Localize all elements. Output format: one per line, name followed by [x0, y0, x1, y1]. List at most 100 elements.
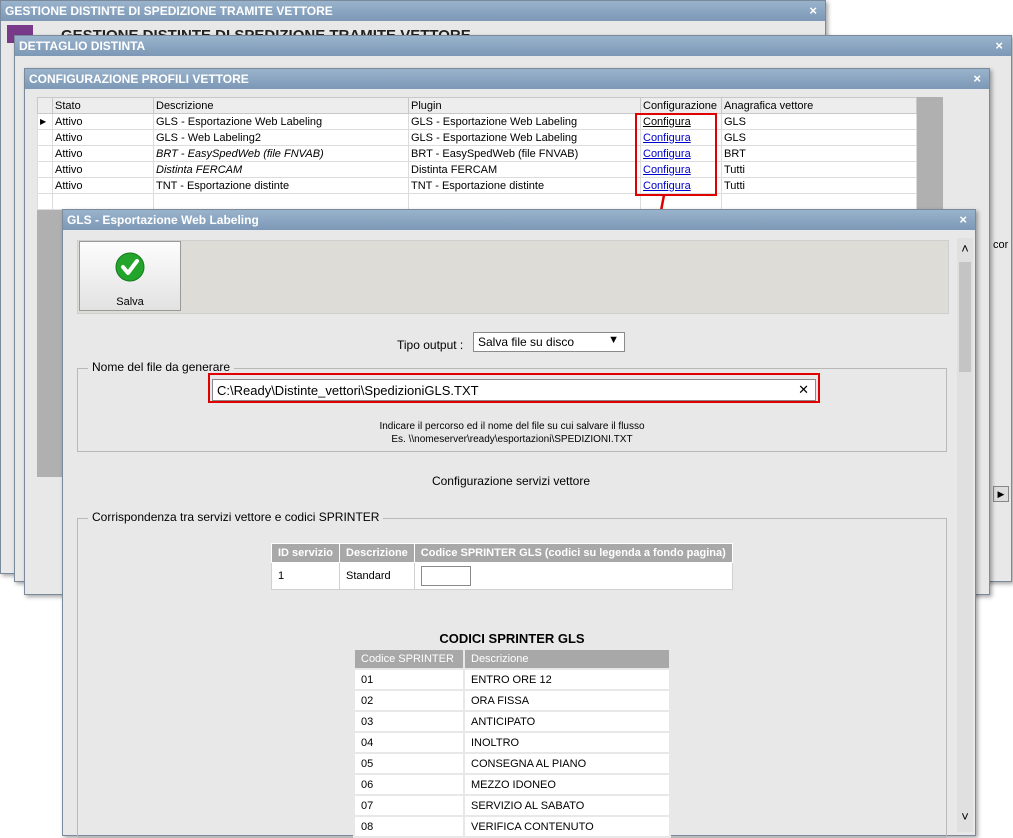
codes-title: CODICI SPRINTER GLS — [439, 631, 585, 646]
cell-code: 06 — [353, 773, 465, 796]
table-header: Stato Descrizione Plugin Configurazione … — [37, 97, 917, 114]
table-header: ID servizio Descrizione Codice SPRINTER … — [270, 543, 733, 563]
filename-group-label: Nome del file da generare — [88, 360, 235, 374]
cell-stato: Attivo — [52, 177, 154, 194]
close-icon[interactable]: × — [809, 1, 817, 21]
cell-stato: Attivo — [52, 145, 154, 162]
table-row: 05 CONSEGNA AL PIANO — [353, 752, 671, 775]
cell-anagrafica: Tutti — [721, 177, 917, 194]
mapping-table: ID servizio Descrizione Codice SPRINTER … — [270, 543, 733, 590]
column-header: Descrizione — [339, 543, 415, 563]
cell-plugin: Distinta FERCAM — [408, 161, 641, 178]
column-header: Descrizione — [463, 648, 671, 670]
cell-code: 07 — [353, 794, 465, 817]
window-title-bar: CONFIGURAZIONE PROFILI VETTORE × — [25, 69, 989, 89]
window-title: CONFIGURAZIONE PROFILI VETTORE — [29, 72, 249, 86]
column-header: ID servizio — [270, 543, 341, 563]
cell-code: 02 — [353, 689, 465, 712]
vertical-scrollbar[interactable]: ˄ ˅ — [957, 238, 973, 832]
table-row: 1 Standard — [270, 562, 733, 590]
close-icon[interactable]: × — [995, 36, 1003, 56]
table-row[interactable]: Attivo Distinta FERCAM Distinta FERCAM C… — [37, 161, 917, 178]
column-header[interactable]: Anagrafica vettore — [721, 97, 917, 114]
side-label-right: cor — [993, 239, 1009, 251]
column-header[interactable]: Configurazione — [640, 97, 722, 114]
cell-descrizione: GLS - Esportazione Web Labeling — [153, 113, 409, 130]
column-header[interactable]: Descrizione — [153, 97, 409, 114]
close-icon[interactable]: × — [959, 210, 967, 230]
cell-code: 01 — [353, 668, 465, 691]
scroll-down-icon[interactable]: ˅ — [958, 810, 972, 824]
window-title: GESTIONE DISTINTE DI SPEDIZIONE TRAMITE … — [5, 4, 333, 18]
cell-plugin: GLS - Esportazione Web Labeling — [408, 129, 641, 146]
highlight-configura-column — [635, 113, 717, 196]
codes-table: Codice SPRINTER Descrizione 01 ENTRO ORE … — [353, 648, 671, 838]
window-gls-esportazione: GLS - Esportazione Web Labeling × Salva … — [62, 209, 976, 838]
cell-code: 04 — [353, 731, 465, 754]
sprinter-code-input[interactable] — [420, 566, 471, 586]
table-row[interactable]: ▶ Attivo GLS - Esportazione Web Labeling… — [37, 113, 917, 130]
output-type-select[interactable]: Salva file su disco ▼ — [473, 332, 625, 352]
column-header: Codice SPRINTER — [353, 648, 465, 670]
cell-code — [413, 562, 733, 590]
services-title: Configurazione servizi vettore — [431, 474, 591, 488]
table-row: 02 ORA FISSA — [353, 689, 671, 712]
highlight-filename — [208, 373, 820, 403]
toolbar — [77, 240, 949, 314]
row-indicator-header — [37, 97, 53, 114]
save-button[interactable]: Salva — [79, 241, 181, 311]
check-icon — [115, 252, 145, 282]
table-row[interactable]: Attivo BRT - EasySpedWeb (file FNVAB) BR… — [37, 145, 917, 162]
cell-stato: Attivo — [52, 161, 154, 178]
table-row: 03 ANTICIPATO — [353, 710, 671, 733]
cell-descrizione: Distinta FERCAM — [153, 161, 409, 178]
cell-stato: Attivo — [52, 113, 154, 130]
column-header[interactable]: Plugin — [408, 97, 641, 114]
window-title-bar: GLS - Esportazione Web Labeling × — [63, 210, 975, 230]
cell-desc: ENTRO ORE 12 — [463, 668, 671, 691]
table-header: Codice SPRINTER Descrizione — [353, 648, 671, 670]
row-indicator — [37, 129, 53, 146]
save-button-label: Salva — [116, 296, 144, 308]
row-indicator — [37, 177, 53, 194]
table-row: 06 MEZZO IDONEO — [353, 773, 671, 796]
cell-plugin: BRT - EasySpedWeb (file FNVAB) — [408, 145, 641, 162]
row-indicator — [37, 161, 53, 178]
filename-hint-1: Indicare il percorso ed il nome del file… — [379, 421, 645, 432]
close-icon[interactable]: × — [973, 69, 981, 89]
cell-plugin: TNT - Esportazione distinte — [408, 177, 641, 194]
cell-anagrafica: BRT — [721, 145, 917, 162]
window-title: GLS - Esportazione Web Labeling — [67, 213, 259, 227]
filename-hint-2: Es. \\nomeserver\ready\esportazioni\SPED… — [391, 434, 633, 445]
cell-desc: INOLTRO — [463, 731, 671, 754]
cell-stato: Attivo — [52, 129, 154, 146]
output-type-value: Salva file su disco — [478, 335, 575, 349]
table-row[interactable]: Attivo GLS - Web Labeling2 GLS - Esporta… — [37, 129, 917, 146]
cell-descrizione: TNT - Esportazione distinte — [153, 177, 409, 194]
column-header: Codice SPRINTER GLS (codici su legenda a… — [413, 543, 733, 563]
scroll-right-button[interactable]: ▶ — [993, 486, 1009, 502]
table-row[interactable]: Attivo TNT - Esportazione distinte TNT -… — [37, 177, 917, 194]
profiles-table: Stato Descrizione Plugin Configurazione … — [37, 97, 917, 210]
cell-plugin: GLS - Esportazione Web Labeling — [408, 113, 641, 130]
scroll-up-icon[interactable]: ˄ — [958, 242, 972, 256]
scroll-thumb[interactable] — [959, 262, 971, 372]
window-title-bar: GESTIONE DISTINTE DI SPEDIZIONE TRAMITE … — [1, 1, 825, 21]
row-indicator — [37, 145, 53, 162]
column-header[interactable]: Stato — [52, 97, 154, 114]
chevron-down-icon[interactable]: ▼ — [608, 334, 619, 346]
cell-code: 03 — [353, 710, 465, 733]
output-type-label: Tipo output : — [397, 338, 464, 352]
cell-descrizione: BRT - EasySpedWeb (file FNVAB) — [153, 145, 409, 162]
cell-desc: ANTICIPATO — [463, 710, 671, 733]
cell-desc: ORA FISSA — [463, 689, 671, 712]
cell-descrizione: Standard — [339, 562, 415, 590]
cell-desc: SERVIZIO AL SABATO — [463, 794, 671, 817]
mapping-group-label: Corrispondenza tra servizi vettore e cod… — [88, 510, 384, 524]
cell-anagrafica: GLS — [721, 113, 917, 130]
window-title-bar: DETTAGLIO DISTINTA × — [15, 36, 1011, 56]
cell-id: 1 — [270, 562, 341, 590]
cell-desc: MEZZO IDONEO — [463, 773, 671, 796]
table-row: 04 INOLTRO — [353, 731, 671, 754]
table-row: 07 SERVIZIO AL SABATO — [353, 794, 671, 817]
